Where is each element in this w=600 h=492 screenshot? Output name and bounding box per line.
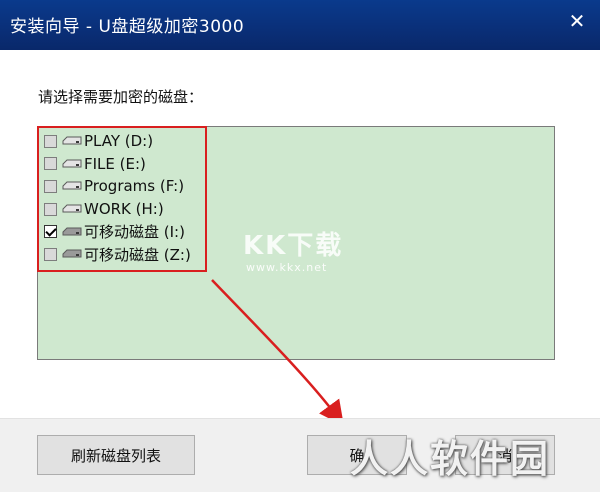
disk-checkbox[interactable] [44, 225, 57, 239]
select-disk-prompt: 请选择需要加密的磁盘： [38, 88, 204, 106]
refresh-disk-list-button[interactable]: 刷新磁盘列表 [37, 435, 195, 475]
disk-list: PLAY (D:) FILE (E:) Programs (F:) WORK (H:)… [44, 130, 191, 266]
disk-item[interactable]: 可移动磁盘 (I:) [44, 220, 191, 243]
disk-label: 可移动磁盘 (Z:) [84, 245, 191, 264]
disk-checkbox[interactable] [44, 134, 57, 148]
disk-item[interactable]: FILE (E:) [44, 153, 191, 176]
disk-label: PLAY (D:) [84, 132, 154, 151]
disk-checkbox[interactable] [44, 202, 57, 216]
removable-drive-icon [62, 227, 82, 236]
disk-label: Programs (F:) [84, 177, 185, 196]
disk-label: FILE (E:) [84, 154, 146, 173]
disk-checkbox[interactable] [44, 247, 57, 261]
hard-drive-icon [62, 181, 82, 190]
disk-item[interactable]: PLAY (D:) [44, 130, 191, 153]
cancel-button[interactable]: 消 [455, 435, 555, 475]
close-button[interactable]: ✕ [560, 6, 594, 36]
close-icon: ✕ [568, 9, 586, 33]
kk-watermark: KK下载 [243, 231, 344, 261]
disk-checkbox[interactable] [44, 179, 57, 193]
ok-button[interactable]: 确 [307, 435, 407, 475]
disk-label: WORK (H:) [84, 200, 164, 219]
hard-drive-icon [62, 204, 82, 213]
disk-checkbox[interactable] [44, 157, 57, 171]
disk-label: 可移动磁盘 (I:) [84, 223, 185, 242]
kk-watermark-url: www.kkx.net [246, 261, 328, 274]
hard-drive-icon [62, 159, 82, 168]
disk-item[interactable]: WORK (H:) [44, 198, 191, 221]
disk-item[interactable]: 可移动磁盘 (Z:) [44, 243, 191, 266]
removable-drive-icon [62, 249, 82, 258]
window-title: 安装向导 - U盘超级加密3000 [10, 17, 245, 37]
title-bar[interactable]: 安装向导 - U盘超级加密3000 ✕ [0, 0, 600, 50]
hard-drive-icon [62, 136, 82, 145]
installer-window: 安装向导 - U盘超级加密3000 ✕ 请选择需要加密的磁盘： KK下载 www… [0, 0, 600, 492]
disk-item[interactable]: Programs (F:) [44, 175, 191, 198]
